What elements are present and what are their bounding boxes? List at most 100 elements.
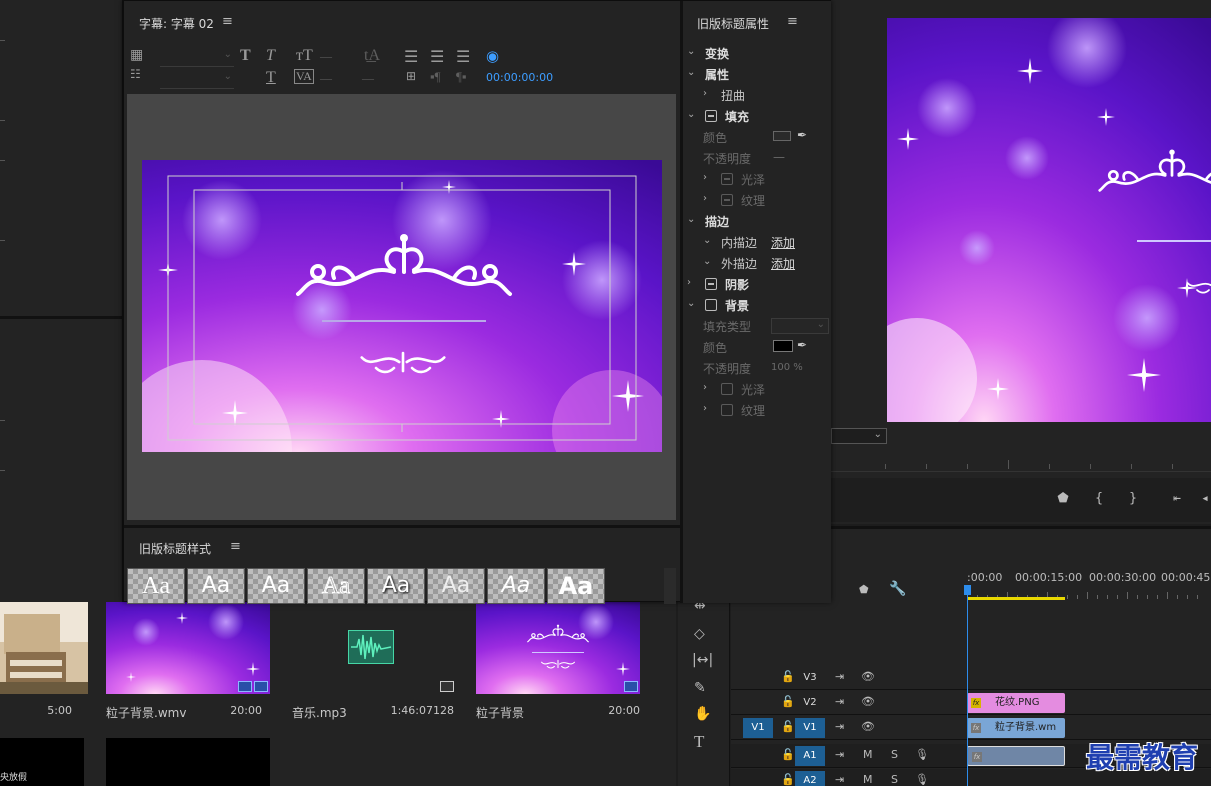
film-icon[interactable]: ▦ bbox=[130, 47, 143, 64]
razor-icon[interactable]: ◇ bbox=[694, 626, 705, 642]
track-name[interactable]: A1 bbox=[795, 746, 825, 766]
solo-button[interactable]: S bbox=[891, 748, 898, 761]
sync-lock-icon[interactable]: ⇥ bbox=[835, 695, 844, 708]
background-timecode[interactable]: 00:00:00:00 bbox=[486, 71, 553, 84]
track-name[interactable]: V3 bbox=[795, 668, 825, 688]
add-marker-icon[interactable]: ⬟ bbox=[1053, 490, 1073, 508]
italic-icon[interactable]: T bbox=[266, 47, 275, 65]
go-to-in-icon[interactable]: ⇤ bbox=[1167, 490, 1187, 508]
list-icon[interactable]: ☷ bbox=[130, 67, 141, 82]
background-checkbox[interactable] bbox=[705, 299, 717, 311]
styles-menu-icon[interactable]: ≡ bbox=[230, 539, 241, 554]
shadow-checkbox[interactable] bbox=[705, 278, 717, 290]
style-swatch[interactable]: Aa bbox=[307, 568, 365, 604]
lock-icon[interactable]: 🔓 bbox=[781, 670, 795, 683]
mic-icon[interactable]: 🎙 bbox=[915, 773, 929, 786]
sync-lock-icon[interactable]: ⇥ bbox=[835, 670, 844, 683]
sync-lock-icon[interactable]: ⇥ bbox=[835, 773, 844, 786]
leading-value[interactable]: — bbox=[362, 71, 374, 86]
font-size-value[interactable]: — bbox=[320, 49, 332, 64]
add-outer-stroke-link[interactable]: 添加 bbox=[771, 255, 795, 272]
prop-value[interactable]: — bbox=[773, 150, 785, 164]
track-name[interactable]: A2 bbox=[795, 771, 825, 786]
tab-stops-icon[interactable]: ⊞ bbox=[406, 69, 416, 84]
project-item[interactable]: 粒子背景 20:00 bbox=[476, 602, 640, 732]
project-item[interactable]: 音乐.mp3 1:46:07128 bbox=[288, 602, 460, 732]
styles-scrollbar[interactable] bbox=[664, 568, 676, 604]
lock-icon[interactable]: 🔓 bbox=[781, 773, 795, 786]
hand-icon[interactable]: ✋ bbox=[694, 706, 711, 722]
panel-title[interactable]: 字幕: 字幕 02 bbox=[139, 15, 214, 32]
program-ruler[interactable] bbox=[831, 452, 1211, 472]
step-back-icon[interactable]: ◂ bbox=[1195, 490, 1211, 508]
sync-lock-icon[interactable]: ⇥ bbox=[835, 720, 844, 733]
font-style-select[interactable]: ⌄ bbox=[160, 71, 234, 89]
align-right-icon[interactable]: ☰ bbox=[456, 47, 470, 66]
add-inner-stroke-link[interactable]: 添加 bbox=[771, 234, 795, 251]
style-swatch[interactable]: Aa bbox=[127, 568, 185, 604]
type-tool-icon[interactable]: T bbox=[694, 732, 704, 752]
track-v3[interactable]: 🔓 V3 ⇥ 👁 bbox=[731, 666, 1211, 690]
style-swatch[interactable]: Aa bbox=[187, 568, 245, 604]
pen-icon[interactable]: ✎ bbox=[694, 680, 706, 696]
tab-left-icon[interactable]: ▪¶ bbox=[430, 69, 441, 85]
sync-lock-icon[interactable]: ⇥ bbox=[835, 748, 844, 761]
bg-color-swatch[interactable] bbox=[773, 340, 793, 352]
kerning-icon[interactable]: VA bbox=[294, 69, 314, 84]
bold-icon[interactable]: T bbox=[240, 47, 251, 65]
style-swatch[interactable]: Aa bbox=[547, 568, 605, 604]
source-patch[interactable]: V1 bbox=[743, 718, 773, 738]
eye-icon[interactable]: 👁 bbox=[861, 670, 875, 683]
leading-icon[interactable]: t͟A bbox=[364, 47, 380, 65]
project-item-thumbnail[interactable] bbox=[106, 738, 270, 786]
bg-texture-checkbox[interactable] bbox=[721, 404, 733, 416]
mic-icon[interactable]: 🎙 bbox=[915, 748, 929, 761]
eye-icon[interactable]: 👁 bbox=[861, 695, 875, 708]
title-canvas[interactable] bbox=[142, 160, 662, 452]
clip-particle-bg[interactable]: fx 粒子背景.wm bbox=[967, 718, 1065, 738]
eyedropper-icon[interactable]: ✒ bbox=[797, 338, 807, 352]
project-item[interactable]: 5:00 bbox=[0, 602, 88, 732]
bg-sheen-checkbox[interactable] bbox=[721, 383, 733, 395]
style-swatch[interactable]: Aa bbox=[247, 568, 305, 604]
mute-button[interactable]: M bbox=[863, 773, 873, 786]
prop-value[interactable]: 100 % bbox=[771, 362, 803, 373]
style-swatch[interactable]: Aa bbox=[367, 568, 425, 604]
lock-icon[interactable]: 🔓 bbox=[781, 748, 795, 761]
project-item[interactable]: 粒子背景.wmv 20:00 bbox=[106, 602, 270, 732]
track-v2[interactable]: 🔓 V2 ⇥ 👁 fx 花纹.PNG bbox=[731, 691, 1211, 715]
work-area-bar[interactable] bbox=[967, 597, 1065, 600]
tab-right-icon[interactable]: ¶▪ bbox=[456, 69, 467, 85]
texture-checkbox[interactable] bbox=[721, 194, 733, 206]
align-center-icon[interactable]: ☰ bbox=[430, 47, 444, 66]
project-item-thumbnail[interactable]: 央放假 bbox=[0, 738, 84, 786]
slip-icon[interactable]: |↔| bbox=[692, 652, 713, 668]
style-swatch[interactable]: Aa bbox=[427, 568, 485, 604]
panel-menu-icon[interactable]: ≡ bbox=[222, 14, 233, 29]
underline-icon[interactable]: T bbox=[266, 69, 276, 87]
mute-button[interactable]: M bbox=[863, 748, 873, 761]
fill-type-select[interactable]: ⌄ bbox=[771, 318, 829, 334]
font-family-select[interactable]: ⌄ bbox=[160, 49, 234, 67]
sheen-checkbox[interactable] bbox=[721, 173, 733, 185]
properties-menu-icon[interactable]: ≡ bbox=[787, 14, 798, 29]
eyedropper-icon[interactable]: ✒ bbox=[797, 128, 807, 142]
font-size-icon[interactable]: ᴛT bbox=[296, 47, 313, 65]
marker-icon[interactable]: ⬟ bbox=[859, 583, 869, 596]
fill-checkbox[interactable] bbox=[705, 110, 717, 122]
color-swatch[interactable] bbox=[773, 131, 791, 141]
align-left-icon[interactable]: ☰ bbox=[404, 47, 418, 66]
mark-in-icon[interactable]: { bbox=[1089, 490, 1109, 508]
kerning-value[interactable]: — bbox=[320, 71, 332, 86]
lock-icon[interactable]: 🔓 bbox=[781, 695, 795, 708]
clip-flower-png[interactable]: fx 花纹.PNG bbox=[967, 693, 1065, 713]
track-name[interactable]: V1 bbox=[795, 718, 825, 738]
program-preview[interactable] bbox=[887, 18, 1211, 422]
show-video-icon[interactable]: ◉ bbox=[486, 47, 499, 66]
style-swatch[interactable]: Aa bbox=[487, 568, 545, 604]
title-canvas-area[interactable] bbox=[127, 94, 676, 520]
zoom-select[interactable]: ⌄ bbox=[831, 428, 887, 444]
solo-button[interactable]: S bbox=[891, 773, 898, 786]
wrench-icon[interactable]: 🔧 bbox=[889, 581, 906, 597]
lock-icon[interactable]: 🔓 bbox=[781, 720, 795, 733]
